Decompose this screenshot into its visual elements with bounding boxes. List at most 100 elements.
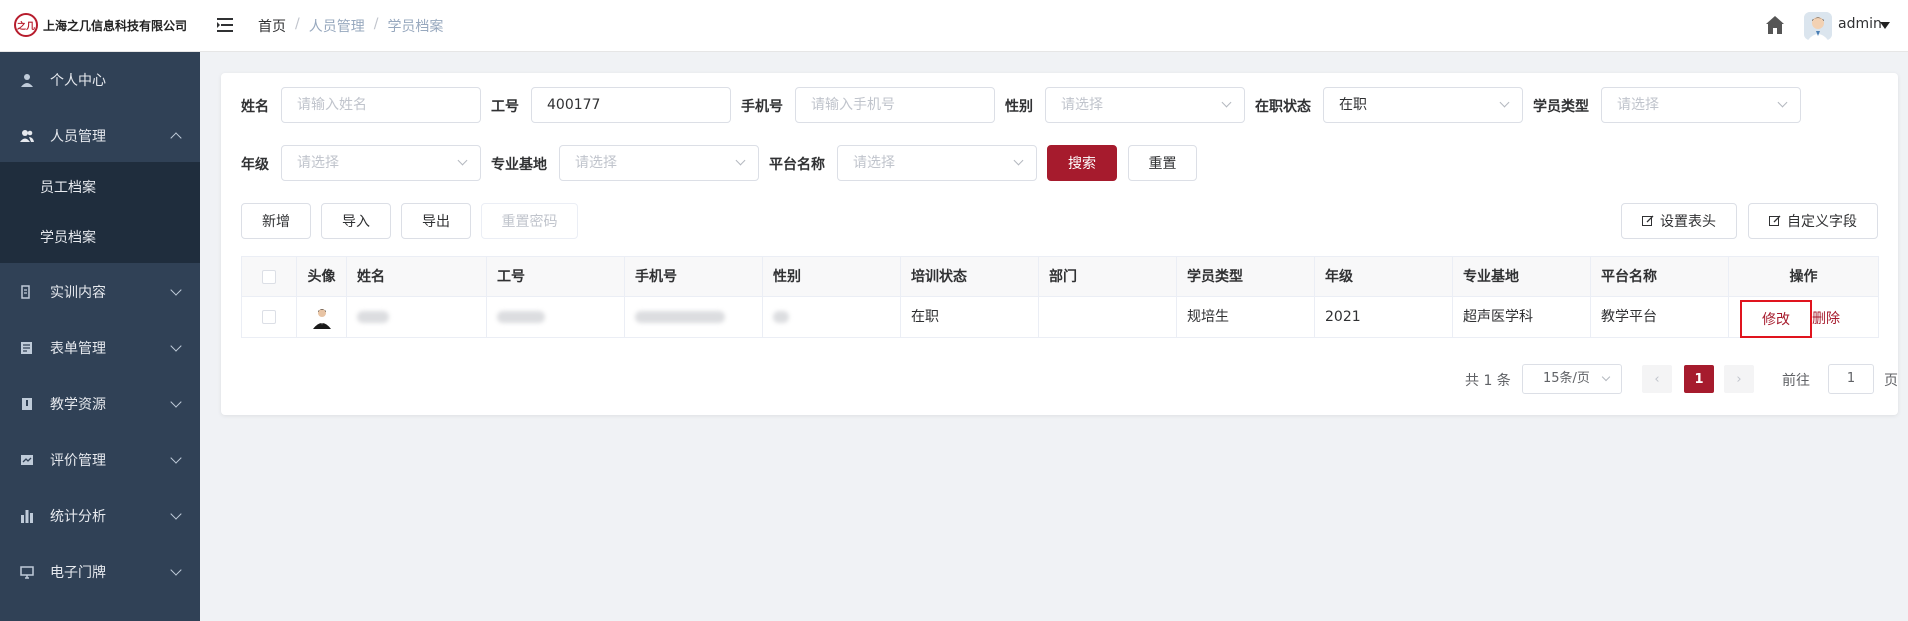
phone-input[interactable]: 请输入手机号 [795,87,995,123]
sidebar-item-training[interactable]: 实训内容 [0,264,200,320]
redacted-name [357,311,389,323]
select-all-cell [242,257,297,297]
base-label: 专业基地 [491,157,547,173]
next-page-button[interactable]: › [1724,365,1754,393]
student-type-placeholder: 请选择 [1617,97,1659,113]
import-button[interactable]: 导入 [321,203,391,239]
goto-page-input[interactable]: 1 [1828,364,1874,394]
book-icon [22,398,32,410]
row-gender-cell [763,297,901,337]
chevron-down-icon [170,508,182,520]
sidebar-subitem-staff-files[interactable]: 员工档案 [0,162,200,212]
training-icon [21,285,30,299]
grade-placeholder: 请选择 [297,155,339,171]
table-header-row: 头像 姓名 工号 手机号 性别 培训状态 部门 学员类型 年级 专业基地 平台名… [242,257,1878,297]
sidebar-subitem-label: 学员档案 [40,230,96,246]
sidebar-item-statistics[interactable]: 统计分析 [0,488,200,544]
redacted-gender [773,311,789,323]
chevron-down-icon [1601,372,1611,382]
job-no-label: 工号 [491,99,519,115]
add-button[interactable]: 新增 [241,203,311,239]
col-job-no: 工号 [487,257,625,297]
sidebar-item-evaluation[interactable]: 评价管理 [0,432,200,488]
student-type-select[interactable]: 请选择 [1601,87,1801,123]
sidebar-item-label: 评价管理 [50,453,106,469]
chevron-down-icon [1013,155,1024,166]
row-avatar-cell [297,297,347,337]
people-submenu: 员工档案 学员档案 [0,162,200,263]
hamburger-icon[interactable] [216,16,234,34]
monitor-icon [20,566,34,579]
breadcrumb-people[interactable]: 人员管理 [309,16,365,36]
sidebar-item-label: 人员管理 [50,129,106,145]
sidebar-item-label: 统计分析 [50,509,106,525]
student-table: 头像 姓名 工号 手机号 性别 培训状态 部门 学员类型 年级 专业基地 平台名… [241,256,1879,338]
breadcrumb-home[interactable]: 首页 [258,16,286,36]
select-all-checkbox[interactable] [262,270,276,284]
page-unit-label: 页 [1884,373,1898,389]
company-logo[interactable]: 之几 上海之几信息科技有限公司 [14,13,187,37]
chevron-down-icon [170,340,182,352]
custom-field-label: 自定义字段 [1787,214,1857,230]
job-no-input[interactable]: 400177 [531,87,731,123]
job-no-value: 400177 [547,97,601,113]
breadcrumb: 首页 / 人员管理 / 学员档案 [258,16,443,36]
breadcrumb-current: 学员档案 [387,19,444,35]
row-checkbox[interactable] [262,310,276,324]
col-name: 姓名 [347,257,487,297]
breadcrumb-separator: / [295,16,300,32]
sidebar-item-label: 个人中心 [50,73,106,89]
caret-down-icon[interactable] [1880,22,1890,29]
sidebar-item-people-management[interactable]: 人员管理 [0,108,200,164]
sidebar-item-personal-center[interactable]: 个人中心 [0,52,200,108]
col-platform: 平台名称 [1591,257,1729,297]
col-dept: 部门 [1039,257,1177,297]
goto-label: 前往 [1782,373,1810,389]
custom-field-button[interactable]: 自定义字段 [1748,203,1878,239]
row-dept [1039,297,1177,337]
name-input[interactable]: 请输入姓名 [281,87,481,123]
base-placeholder: 请选择 [575,155,617,171]
page-number-current[interactable]: 1 [1684,365,1714,393]
page-size-select[interactable]: 15条/页 [1522,364,1622,394]
reset-button[interactable]: 重置 [1128,145,1197,181]
sidebar-item-e-doorplate[interactable]: 电子门牌 [0,544,200,600]
search-button[interactable]: 搜索 [1047,145,1117,181]
sidebar-item-label: 电子门牌 [50,565,106,581]
name-label: 姓名 [241,99,269,115]
col-avatar: 头像 [297,257,347,297]
chevron-up-icon [170,132,182,144]
status-select[interactable]: 在职 [1323,87,1523,123]
form-icon [21,342,32,354]
reset-password-button[interactable]: 重置密码 [481,203,578,239]
chevron-down-icon [735,155,746,166]
content-card [221,73,1898,415]
student-avatar-icon [309,305,334,329]
col-train-status: 培训状态 [901,257,1039,297]
avatar[interactable] [1804,12,1832,40]
sidebar-item-label: 教学资源 [50,397,106,413]
username[interactable]: admin [1838,16,1882,32]
sidebar-item-teaching-resources[interactable]: 教学资源 [0,376,200,432]
chevron-down-icon [170,564,182,576]
top-header: 之几 上海之几信息科技有限公司 首页 / 人员管理 / 学员档案 admin [0,0,1908,52]
gender-select[interactable]: 请选择 [1045,87,1245,123]
row-train-status: 在职 [901,297,1039,337]
platform-select[interactable]: 请选择 [837,145,1037,181]
phone-label: 手机号 [741,99,783,115]
col-base: 专业基地 [1453,257,1591,297]
col-gender: 性别 [763,257,901,297]
sidebar-item-label: 表单管理 [50,341,106,357]
delete-button[interactable]: 删除 [1812,308,1840,328]
prev-page-button[interactable]: ‹ [1642,365,1672,393]
gender-label: 性别 [1005,99,1033,115]
grade-select[interactable]: 请选择 [281,145,481,181]
sidebar-subitem-label: 员工档案 [40,180,96,196]
home-icon[interactable] [1764,14,1786,36]
base-select[interactable]: 请选择 [559,145,759,181]
edit-button[interactable]: 修改 [1740,300,1812,338]
sidebar-item-forms[interactable]: 表单管理 [0,320,200,376]
sidebar-subitem-student-files[interactable]: 学员档案 [0,212,200,262]
export-button[interactable]: 导出 [401,203,471,239]
set-header-button[interactable]: 设置表头 [1621,203,1737,239]
